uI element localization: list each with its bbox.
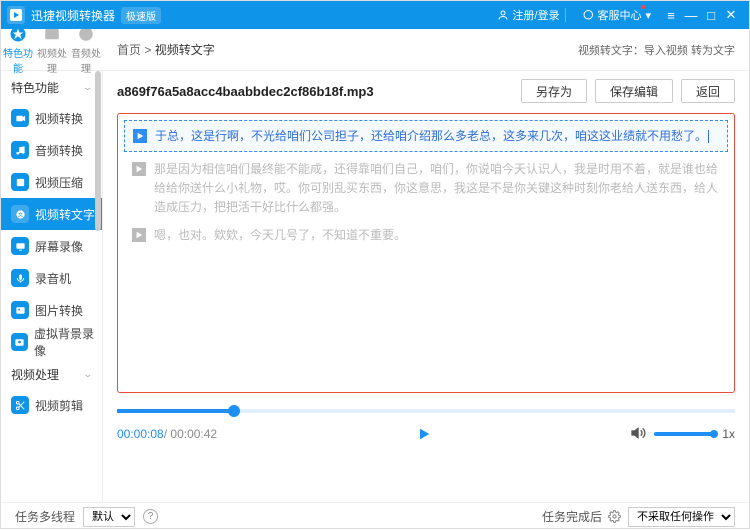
audio-convert-icon (11, 141, 29, 159)
sidebar-group-label: 特色功能 (11, 79, 59, 96)
sidebar: 特色功能 ⌄ 视频转换 音频转换 视频压缩 文 视频转文字 屏幕录像 (1, 71, 103, 502)
titlebar-separator (565, 8, 566, 22)
play-line-icon[interactable] (133, 129, 147, 143)
scrollbar-thumb[interactable] (95, 71, 101, 231)
mode-tab-featured[interactable]: 特色功能 (3, 24, 33, 75)
file-name: a869f76a5a8acc4baabbdec2cf86b18f.mp3 (117, 84, 513, 99)
sidebar-item-virtual-bg[interactable]: 虚拟背景录像 (1, 326, 102, 358)
sidebar-item-image-convert[interactable]: 图片转换 (1, 294, 102, 326)
mode-tab-audio[interactable]: 音频处理 (71, 24, 101, 75)
sidebar-item-audio-convert[interactable]: 音频转换 (1, 134, 102, 166)
sidebar-group-video[interactable]: 视频处理 ⌄ (1, 358, 102, 389)
mode-tabs: 特色功能 视频处理 音频处理 (1, 29, 103, 70)
breadcrumb-current: 视频转文字 (155, 43, 215, 57)
play-line-icon[interactable] (132, 162, 146, 176)
edition-badge: 极速版 (121, 7, 161, 24)
svg-text:文: 文 (17, 211, 22, 218)
breadcrumb: 首页 > 视频转文字 (117, 41, 215, 58)
volume-icon[interactable] (630, 425, 646, 444)
sidebar-item-video-convert[interactable]: 视频转换 (1, 102, 102, 134)
breadcrumb-sep: > (141, 43, 155, 57)
total-time: 00:00:42 (170, 427, 217, 441)
current-time: 00:00:08 (117, 427, 164, 441)
after-complete-label: 任务完成后 (542, 508, 602, 525)
save-edit-button[interactable]: 保存编辑 (595, 79, 673, 103)
sidebar-item-label: 视频转文字 (35, 206, 95, 223)
sidebar-item-label: 视频剪辑 (35, 397, 83, 414)
app-logo-icon (7, 6, 25, 24)
text-cursor (708, 130, 709, 143)
transcript-text[interactable]: 嗯，也对。欸欸，今天几号了，不知道不重要。 (154, 226, 406, 245)
sidebar-item-label: 虚拟背景录像 (34, 325, 102, 359)
progress-knob[interactable] (228, 405, 240, 417)
transcript-line-active[interactable]: 于总，这是行啊，不光给咱们公司担子，还给咱介绍那么多老总，这多来几次，咱这这业绩… (124, 120, 728, 152)
play-line-icon[interactable] (132, 228, 146, 242)
virtual-bg-icon (11, 333, 28, 351)
transcript-editor: 于总，这是行啊，不光给咱们公司担子，还给咱介绍那么多老总，这多来几次，咱这这业绩… (117, 113, 735, 393)
mic-icon (11, 269, 29, 287)
main-panel: a869f76a5a8acc4baabbdec2cf86b18f.mp3 另存为… (103, 71, 749, 502)
gear-icon[interactable] (608, 510, 622, 524)
app-name: 迅捷视频转换器 (31, 7, 115, 24)
after-complete-select[interactable]: 不采取任何操作 (628, 507, 735, 527)
dropdown-arrow-icon[interactable]: ▾ (645, 9, 651, 22)
save-as-button[interactable]: 另存为 (521, 79, 587, 103)
sidebar-item-video-to-text[interactable]: 文 视频转文字 (1, 198, 102, 230)
help-icon[interactable]: ? (143, 509, 158, 524)
sidebar-group-featured[interactable]: 特色功能 ⌄ (1, 71, 102, 102)
transcribe-icon: 文 (11, 205, 29, 223)
sidebar-item-label: 视频压缩 (35, 174, 83, 191)
volume-slider[interactable] (654, 432, 714, 436)
sidebar-group-label: 视频处理 (11, 366, 59, 383)
sidebar-item-label: 音频转换 (35, 142, 83, 159)
progress-fill (117, 409, 234, 413)
image-icon (11, 301, 29, 319)
sidebar-item-label: 屏幕录像 (35, 238, 83, 255)
sidebar-item-screen-record[interactable]: 屏幕录像 (1, 230, 102, 262)
support-center-button[interactable]: 客服中心 (582, 7, 641, 23)
support-center-label: 客服中心 (597, 7, 641, 23)
sidebar-item-audio-record[interactable]: 录音机 (1, 262, 102, 294)
chevron-down-icon: ⌄ (83, 369, 94, 380)
footer-bar: 任务多线程 默认 ? 任务完成后 不采取任何操作 (1, 502, 749, 530)
register-login-button[interactable]: 注册/登录 (497, 7, 559, 23)
minimize-button[interactable]: — (681, 8, 701, 23)
playback-speed[interactable]: 1x (722, 427, 735, 441)
mode-tab-video[interactable]: 视频处理 (37, 24, 67, 75)
audio-player: 00:00:08 / 00:00:42 1x (103, 393, 749, 449)
scissors-icon (11, 396, 29, 414)
transcript-line[interactable]: 嗯，也对。欸欸，今天几号了，不知道不重要。 (124, 218, 728, 245)
thread-label: 任务多线程 (15, 508, 75, 525)
register-login-label: 注册/登录 (512, 7, 559, 23)
sidebar-item-label: 视频转换 (35, 110, 83, 127)
screen-record-icon (11, 237, 29, 255)
sidebar-item-label: 录音机 (35, 270, 71, 287)
breadcrumb-root[interactable]: 首页 (117, 43, 141, 57)
back-button[interactable]: 返回 (681, 79, 735, 103)
transcript-text[interactable]: 那是因为相信咱们最终能不能成，还得靠咱们自己，咱们，你说咱今天认识人，我是时用不… (154, 160, 720, 218)
chevron-down-icon: ⌄ (83, 82, 94, 93)
video-convert-icon (11, 109, 29, 127)
sidebar-item-video-compress[interactable]: 视频压缩 (1, 166, 102, 198)
sidebar-scrollbar[interactable] (95, 71, 101, 502)
titlebar: 迅捷视频转换器 极速版 注册/登录 客服中心 ▾ ≡ — □ ✕ (1, 1, 749, 29)
menu-icon[interactable]: ≡ (661, 8, 681, 23)
maximize-button[interactable]: □ (701, 8, 721, 23)
thread-select[interactable]: 默认 (83, 507, 135, 527)
feature-description: 视频转文字：导入视频 转为文字 (578, 42, 735, 58)
top-toolbar: 特色功能 视频处理 音频处理 首页 > 视频转文字 视频转文字：导入视频 转为文… (1, 29, 749, 71)
file-header: a869f76a5a8acc4baabbdec2cf86b18f.mp3 另存为… (103, 71, 749, 111)
transcript-text[interactable]: 于总，这是行啊，不光给咱们公司担子，还给咱介绍那么多老总，这多来几次，咱这这业绩… (155, 129, 707, 143)
sidebar-item-label: 图片转换 (35, 302, 83, 319)
play-button[interactable] (413, 423, 435, 445)
close-button[interactable]: ✕ (721, 7, 741, 23)
compress-icon (11, 173, 29, 191)
transcript-line[interactable]: 那是因为相信咱们最终能不能成，还得靠咱们自己，咱们，你说咱今天认识人，我是时用不… (124, 152, 728, 218)
progress-bar[interactable] (117, 409, 735, 413)
sidebar-item-video-cut[interactable]: 视频剪辑 (1, 389, 102, 421)
